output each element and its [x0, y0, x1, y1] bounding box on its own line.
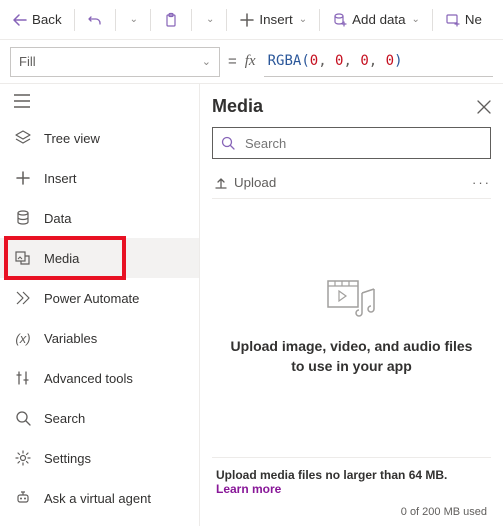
- search-icon: [14, 409, 32, 427]
- panel-footer: Upload media files no larger than 64 MB.…: [212, 457, 491, 526]
- equals-sign: =: [228, 53, 237, 70]
- empty-state: Upload image, video, and audio files to …: [212, 199, 491, 457]
- upload-label: Upload: [234, 175, 276, 190]
- undo-icon: [87, 12, 103, 28]
- sidebar-item-tree-view[interactable]: Tree view: [0, 118, 199, 158]
- bot-icon: [14, 489, 32, 507]
- layers-icon: [14, 129, 32, 147]
- chevron-down-icon: ⌄: [130, 14, 138, 25]
- undo-button[interactable]: [81, 8, 109, 32]
- toolbar-separator: [191, 9, 192, 31]
- learn-more-link[interactable]: Learn more: [216, 482, 487, 496]
- media-panel: Media Upload ···: [200, 84, 503, 526]
- flow-icon: [14, 289, 32, 307]
- formula-input[interactable]: RGBA(0, 0, 0, 0): [264, 47, 493, 77]
- chevron-down-icon: ⌄: [202, 55, 211, 68]
- property-name: Fill: [19, 54, 36, 69]
- formula-fn: RGBA: [268, 53, 302, 69]
- sidebar-item-label: Advanced tools: [44, 371, 133, 386]
- left-sidebar: Tree view Insert Data Media Power Automa…: [0, 84, 200, 526]
- sidebar-item-insert[interactable]: Insert: [0, 158, 199, 198]
- arrow-left-icon: [12, 12, 28, 28]
- empty-text: Upload image, video, and audio files to …: [222, 337, 481, 376]
- panel-title: Media: [212, 96, 263, 117]
- sidebar-item-advanced-tools[interactable]: Advanced tools: [0, 358, 199, 398]
- toolbar-separator: [74, 9, 75, 31]
- new-screen-icon: [445, 12, 461, 28]
- search-icon: [221, 136, 235, 150]
- add-data-label: Add data: [352, 12, 405, 27]
- gear-icon: [14, 449, 32, 467]
- back-button[interactable]: Back: [6, 8, 68, 32]
- toolbar-separator: [226, 9, 227, 31]
- sidebar-item-power-automate[interactable]: Power Automate: [0, 278, 199, 318]
- paste-button[interactable]: [157, 8, 185, 32]
- property-selector[interactable]: Fill ⌄: [10, 47, 220, 77]
- back-label: Back: [32, 12, 62, 27]
- sidebar-item-media[interactable]: Media: [0, 238, 199, 278]
- paste-dropdown[interactable]: ⌄: [198, 10, 220, 29]
- sidebar-item-label: Settings: [44, 451, 91, 466]
- top-toolbar: Back ⌄ ⌄ Insert ⌄ Add data ⌄ Ne: [0, 0, 503, 40]
- sidebar-item-settings[interactable]: Settings: [0, 438, 199, 478]
- footer-text: Upload media files no larger than 64 MB.: [216, 468, 487, 482]
- clipboard-icon: [163, 12, 179, 28]
- search-input[interactable]: [243, 135, 482, 152]
- toolbar-separator: [432, 9, 433, 31]
- sidebar-item-label: Variables: [44, 331, 97, 346]
- upload-icon: [214, 176, 228, 190]
- media-icon: [14, 249, 32, 267]
- plus-icon: [239, 12, 255, 28]
- new-label: Ne: [465, 12, 482, 27]
- sidebar-item-label: Search: [44, 411, 85, 426]
- sidebar-item-search[interactable]: Search: [0, 398, 199, 438]
- plus-icon: [14, 169, 32, 187]
- sidebar-item-virtual-agent[interactable]: Ask a virtual agent: [0, 478, 199, 518]
- insert-button[interactable]: Insert ⌄: [233, 8, 313, 32]
- media-placeholder-icon: [326, 279, 378, 321]
- undo-dropdown[interactable]: ⌄: [122, 10, 144, 29]
- chevron-down-icon: ⌄: [299, 14, 307, 25]
- new-screen-button[interactable]: Ne: [439, 8, 488, 32]
- add-data-button[interactable]: Add data ⌄: [326, 8, 426, 32]
- formula-bar: Fill ⌄ = fx RGBA(0, 0, 0, 0): [0, 40, 503, 84]
- insert-label: Insert: [259, 12, 292, 27]
- close-button[interactable]: [477, 100, 491, 114]
- sidebar-item-label: Ask a virtual agent: [44, 491, 151, 506]
- database-icon: [14, 209, 32, 227]
- chevron-down-icon: ⌄: [412, 14, 420, 25]
- sidebar-item-label: Power Automate: [44, 291, 139, 306]
- tools-icon: [14, 369, 32, 387]
- fx-icon[interactable]: fx: [245, 53, 256, 70]
- sidebar-item-label: Data: [44, 211, 71, 226]
- toolbar-separator: [319, 9, 320, 31]
- chevron-down-icon: ⌄: [206, 14, 214, 25]
- search-box[interactable]: [212, 127, 491, 159]
- close-icon: [477, 100, 491, 114]
- usage-text: 0 of 200 MB used: [216, 506, 487, 518]
- sidebar-item-label: Insert: [44, 171, 77, 186]
- sidebar-item-label: Tree view: [44, 131, 100, 146]
- sidebar-item-variables[interactable]: (x) Variables: [0, 318, 199, 358]
- variables-icon: (x): [14, 329, 32, 347]
- toolbar-separator: [150, 9, 151, 31]
- hamburger-button[interactable]: [0, 84, 199, 118]
- database-icon: [332, 12, 348, 28]
- sidebar-item-label: Media: [44, 251, 79, 266]
- toolbar-separator: [115, 9, 116, 31]
- upload-button[interactable]: Upload: [212, 171, 278, 194]
- sidebar-item-data[interactable]: Data: [0, 198, 199, 238]
- more-button[interactable]: ···: [472, 175, 491, 190]
